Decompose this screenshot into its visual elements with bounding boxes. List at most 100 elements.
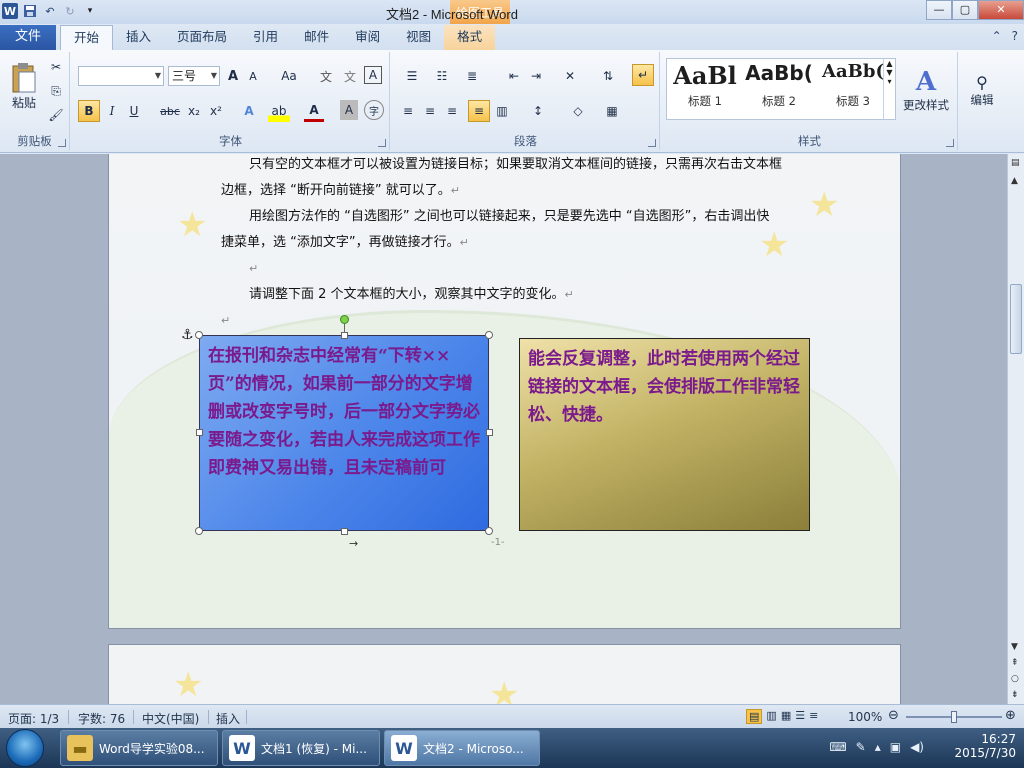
style-heading-3[interactable]: AaBb( 标题 3 bbox=[817, 61, 889, 117]
linked-textbox-1[interactable]: 在报刊和杂志中经常有“下转××页”的情况，如果前一部分的文字增删或改变字号时，后… bbox=[199, 335, 489, 531]
change-case-button[interactable]: Aa bbox=[276, 66, 302, 86]
strikethrough-button[interactable]: abc bbox=[158, 100, 182, 122]
bullets-icon[interactable]: ☰ bbox=[398, 66, 426, 86]
superscript-button[interactable]: x² bbox=[206, 100, 226, 122]
resize-handle[interactable] bbox=[486, 429, 493, 436]
phonetic-guide-icon[interactable]: 文 bbox=[316, 66, 336, 86]
browse-object-icon[interactable]: ○ bbox=[1011, 674, 1019, 684]
multilevel-list-icon[interactable]: ≣ bbox=[458, 66, 486, 86]
borders-icon[interactable]: ▦ bbox=[598, 100, 626, 122]
document-page-1[interactable]: ★ ★ ★ 只有空的文本框才可以被设置为链接目标；如果要取消文本框间的链接，只需… bbox=[108, 154, 901, 629]
start-button[interactable] bbox=[6, 729, 44, 767]
draft-view-icon[interactable]: ≡ bbox=[809, 709, 818, 724]
print-layout-view-icon[interactable]: ▤ bbox=[746, 709, 763, 724]
align-center-icon[interactable]: ≡ bbox=[420, 100, 440, 122]
close-button[interactable]: ✕ bbox=[978, 0, 1024, 20]
change-styles-button[interactable]: A 更改样式 bbox=[900, 58, 952, 122]
chinese-layout-icon[interactable]: ✕ bbox=[558, 66, 582, 86]
language-indicator[interactable]: 中文(中国) bbox=[142, 710, 199, 727]
font-launcher-icon[interactable] bbox=[378, 139, 386, 147]
tab-page-layout[interactable]: 页面布局 bbox=[164, 25, 240, 50]
resize-handle[interactable] bbox=[195, 527, 203, 535]
tab-view[interactable]: 视图 bbox=[393, 25, 444, 50]
tab-mailings[interactable]: 邮件 bbox=[291, 25, 342, 50]
font-color-button[interactable]: A bbox=[304, 100, 324, 122]
line-spacing-icon[interactable]: ↕ bbox=[524, 100, 552, 122]
paragraph[interactable]: 捷菜单，选 “添加文字”，再做链接才行。↵ bbox=[221, 230, 831, 256]
clipboard-launcher-icon[interactable] bbox=[58, 139, 66, 147]
clock[interactable]: 16:27 2015/7/30 bbox=[954, 732, 1016, 760]
clear-format-icon[interactable]: 文 bbox=[340, 66, 360, 86]
bold-button[interactable]: B bbox=[78, 100, 100, 122]
resize-handle[interactable] bbox=[195, 331, 203, 339]
outline-view-icon[interactable]: ☰ bbox=[795, 709, 805, 724]
styles-scroll[interactable]: ▲ ▼ ▾ bbox=[883, 59, 895, 119]
editing-button[interactable]: ⚲ 编辑 bbox=[964, 58, 1000, 122]
zoom-slider-thumb[interactable] bbox=[951, 711, 957, 723]
minimize-ribbon-icon[interactable]: ⌃ bbox=[992, 29, 1002, 43]
maximize-button[interactable]: ▢ bbox=[952, 0, 978, 20]
page-count[interactable]: 页面: 1/3 bbox=[8, 710, 59, 727]
paragraph[interactable]: ↵ bbox=[221, 308, 831, 334]
shrink-font-button[interactable]: A bbox=[244, 66, 262, 86]
paragraph[interactable]: 边框，选择 “断开向前链接” 就可以了。↵ bbox=[221, 178, 831, 204]
show-hidden-icons[interactable]: ▴ bbox=[875, 740, 881, 754]
keyboard-icon[interactable]: ⌨ bbox=[829, 740, 846, 754]
taskbar-item-doc2[interactable]: W 文档2 - Microso... bbox=[384, 730, 540, 766]
text-effects-icon[interactable]: A bbox=[238, 100, 260, 122]
insert-mode[interactable]: 插入 bbox=[216, 710, 240, 727]
web-layout-view-icon[interactable]: ▦ bbox=[781, 709, 791, 724]
anchor-icon[interactable]: ⚓ bbox=[181, 327, 194, 343]
justify-icon[interactable]: ≡ bbox=[468, 100, 490, 122]
minimize-button[interactable]: — bbox=[926, 0, 952, 20]
tab-review[interactable]: 审阅 bbox=[342, 25, 393, 50]
rotation-handle[interactable] bbox=[340, 315, 349, 324]
style-heading-2[interactable]: AaBb( 标题 2 bbox=[743, 61, 815, 117]
distributed-icon[interactable]: ▥ bbox=[492, 100, 512, 122]
zoom-out-icon[interactable]: ⊖ bbox=[888, 708, 899, 723]
format-painter-icon[interactable]: 🖌 bbox=[47, 106, 65, 124]
sort-icon[interactable]: ⇅ bbox=[598, 66, 618, 86]
show-marks-icon[interactable]: ↵ bbox=[632, 64, 654, 86]
linked-textbox-2[interactable]: 能会反复调整，此时若使用两个经过链接的文本框，会使排版工作非常轻松、快捷。 bbox=[519, 338, 810, 531]
paragraph[interactable]: ↵ bbox=[221, 256, 831, 282]
resize-handle[interactable] bbox=[341, 528, 348, 535]
numbering-icon[interactable]: ☷ bbox=[428, 66, 456, 86]
paragraph[interactable]: 用绘图方法作的 “自选图形” 之间也可以链接起来，只是要先选中 “自选图形”，右… bbox=[221, 204, 831, 230]
ruler-toggle-icon[interactable]: ▤ bbox=[1011, 158, 1020, 168]
grow-font-button[interactable]: A bbox=[224, 66, 242, 86]
paragraph[interactable]: 只有空的文本框才可以被设置为链接目标；如果要取消文本框间的链接，只需再次右击文本… bbox=[221, 154, 831, 178]
scroll-down-icon[interactable]: ▼ bbox=[1011, 642, 1018, 652]
style-heading-1[interactable]: AaBl 标题 1 bbox=[669, 61, 741, 117]
tab-insert[interactable]: 插入 bbox=[113, 25, 164, 50]
copy-icon[interactable]: ⎘ bbox=[47, 82, 65, 100]
enclose-char-button[interactable]: 字 bbox=[364, 100, 384, 120]
tab-format[interactable]: 格式 bbox=[444, 25, 496, 50]
paragraph-launcher-icon[interactable] bbox=[648, 139, 656, 147]
network-icon[interactable]: ▣ bbox=[890, 740, 901, 754]
tab-home[interactable]: 开始 bbox=[60, 25, 114, 50]
scroll-up-icon[interactable]: ▲ bbox=[1011, 176, 1018, 186]
italic-button[interactable]: I bbox=[102, 100, 122, 122]
align-left-icon[interactable]: ≡ bbox=[398, 100, 418, 122]
ime-icon[interactable]: ✎ bbox=[856, 740, 866, 754]
zoom-in-icon[interactable]: ⊕ bbox=[1005, 708, 1016, 723]
tab-references[interactable]: 引用 bbox=[240, 25, 291, 50]
char-border-button[interactable]: A bbox=[364, 66, 382, 84]
shading-icon[interactable]: ◇ bbox=[564, 100, 592, 122]
volume-icon[interactable]: ◀) bbox=[910, 740, 924, 754]
font-size-combo[interactable]: 三号 ▼ bbox=[168, 66, 220, 86]
scroll-thumb[interactable] bbox=[1010, 284, 1022, 354]
document-page-2[interactable]: ★ ★ bbox=[108, 644, 901, 704]
font-name-combo[interactable]: ▼ bbox=[78, 66, 164, 86]
zoom-level[interactable]: 100% bbox=[848, 710, 882, 724]
styles-launcher-icon[interactable] bbox=[946, 139, 954, 147]
paragraph[interactable]: 请调整下面 2 个文本框的大小，观察其中文字的变化。↵ bbox=[221, 282, 831, 308]
decrease-indent-icon[interactable]: ⇤ bbox=[504, 66, 524, 86]
align-right-icon[interactable]: ≡ bbox=[442, 100, 462, 122]
subscript-button[interactable]: x₂ bbox=[184, 100, 204, 122]
resize-handle[interactable] bbox=[485, 331, 493, 339]
previous-page-icon[interactable]: ⇞ bbox=[1011, 658, 1019, 668]
resize-handle[interactable] bbox=[485, 527, 493, 535]
vertical-scrollbar[interactable]: ▤ ▲ ▼ ⇞ ○ ⇟ bbox=[1007, 154, 1024, 704]
